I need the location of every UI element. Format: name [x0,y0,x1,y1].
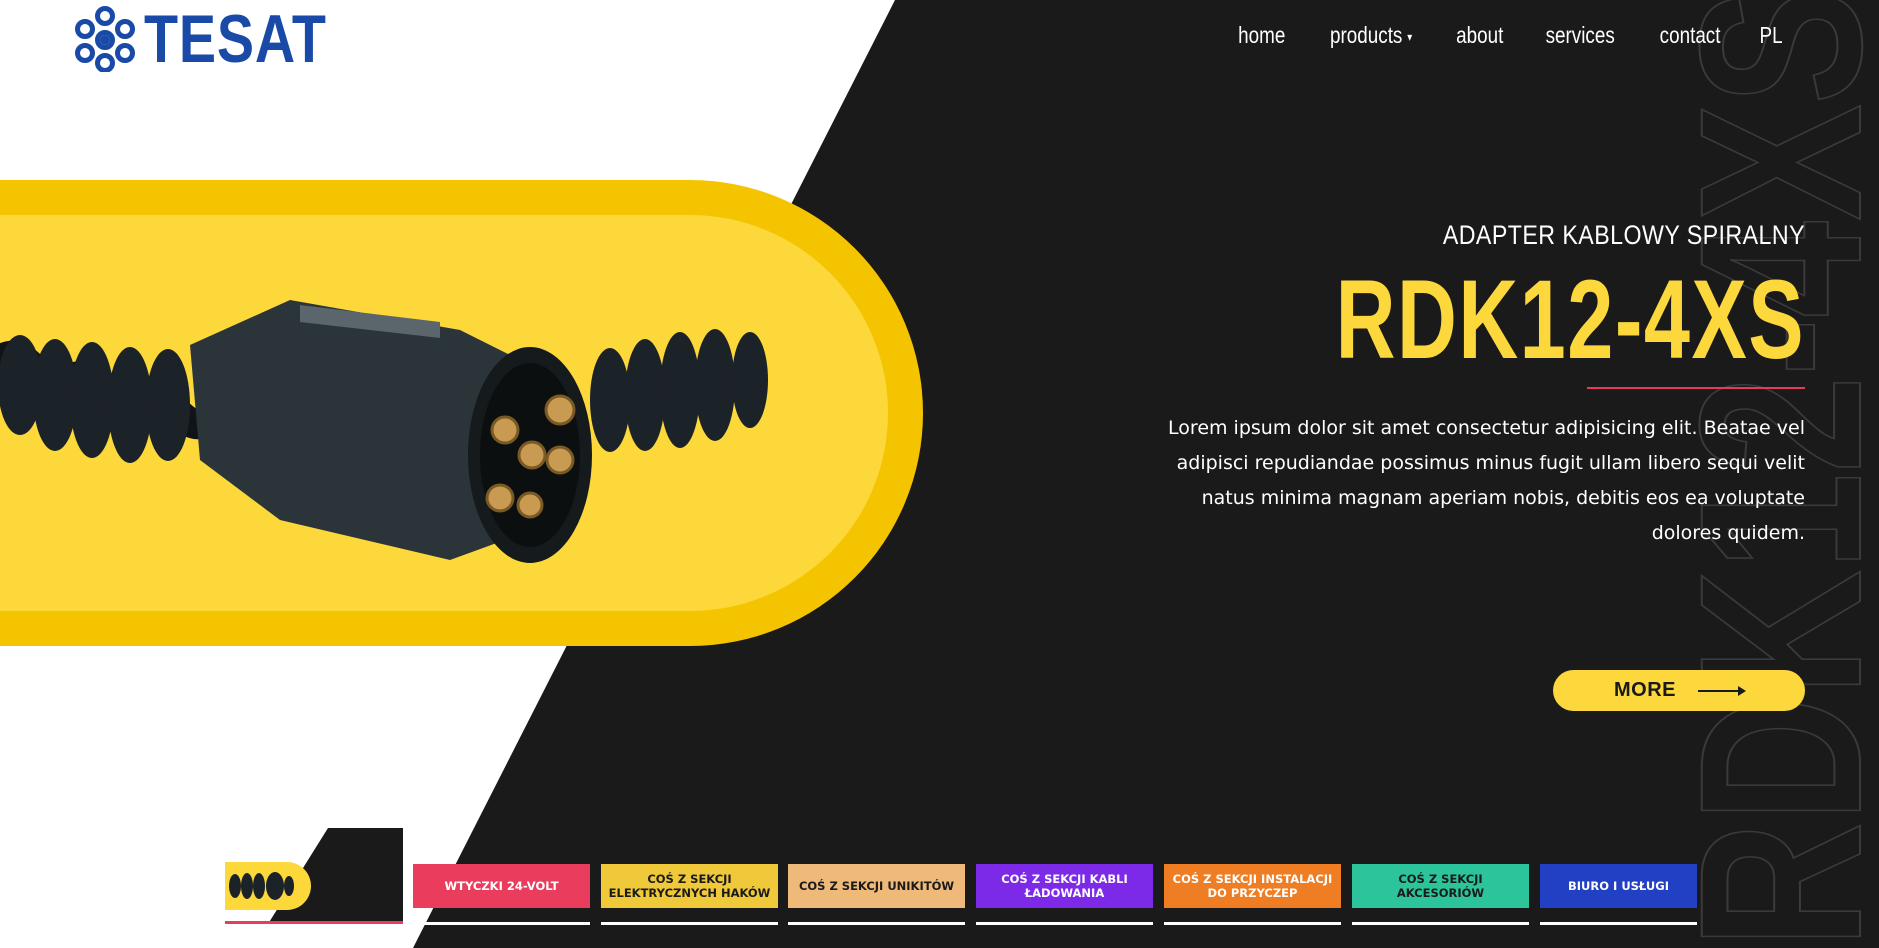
nav-products-label: products [1329,22,1402,48]
main-nav: home products ▾ about services contact PL [1233,22,1785,49]
nav-language[interactable]: PL [1759,22,1782,49]
tab-underline [601,922,778,925]
nav-products[interactable]: products ▾ [1330,22,1412,49]
chevron-down-icon: ▾ [1406,29,1412,44]
nav-home[interactable]: home [1238,22,1285,49]
tab-elektryczne-haki[interactable]: COŚ Z SEKCJI ELEKTRYCZNYCH HAKÓW [601,864,778,908]
hero-subtitle: ADAPTER KABLOWY SPIRALNY [1442,220,1805,250]
tab-kable-ladowania[interactable]: COŚ Z SEKCJI KABLI ŁADOWANIA [976,864,1153,908]
tab-underline [1540,922,1697,925]
tab-unikity[interactable]: COŚ Z SEKCJI UNIKITÓW [788,864,965,908]
logo-text: TESAT [144,1,327,77]
more-button-label: MORE [1614,679,1676,701]
active-slide-thumbnail[interactable] [225,828,403,924]
tab-underline [976,922,1153,925]
nav-about[interactable]: about [1456,22,1503,49]
hero-content: ADAPTER KABLOWY SPIRALNY RDK12-4XS Lorem… [1165,220,1805,551]
hero-title: RDK12-4XS [1335,257,1805,382]
tab-wtyczki-24-volt[interactable]: WTYCZKI 24-VOLT [413,864,590,908]
tab-biuro-uslugi[interactable]: BIURO I USŁUGI [1540,864,1697,908]
hero-description: Lorem ipsum dolor sit amet consectetur a… [1168,417,1805,544]
tab-akcesoria[interactable]: COŚ Z SEKCJI AKCESORIÓW [1352,864,1529,908]
nav-services[interactable]: services [1546,22,1615,49]
arrow-right-icon [1698,685,1746,696]
tab-underline [1164,922,1341,925]
more-button[interactable]: MORE [1553,670,1805,711]
tab-underline [788,922,965,925]
tab-instalacje-przyczep[interactable]: COŚ Z SEKCJI INSTALACJI DO PRZYCZEP [1164,864,1341,908]
tab-underline [1352,922,1529,925]
nav-contact[interactable]: contact [1659,22,1720,49]
tab-underline [413,922,590,925]
thumbnail-image [225,828,403,924]
logo-mark-icon [75,6,135,72]
logo[interactable]: TESAT [74,1,367,77]
title-underline [1587,387,1805,389]
